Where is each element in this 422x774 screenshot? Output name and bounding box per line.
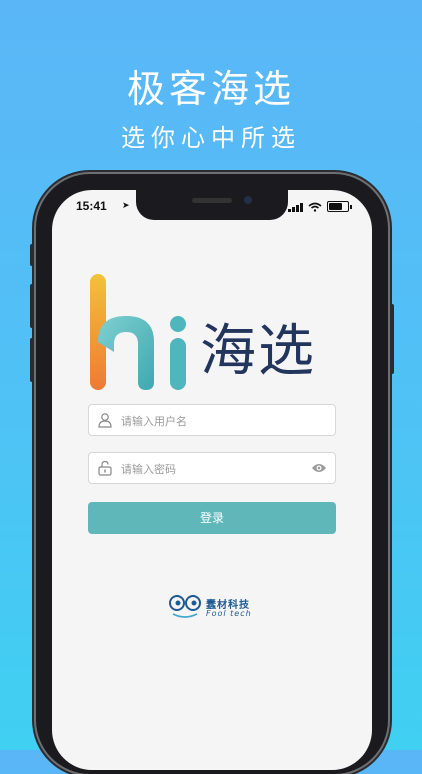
battery-icon [327, 201, 349, 212]
logo-text: 海选 [200, 319, 316, 384]
volume-down-button [30, 338, 34, 382]
lock-icon [98, 460, 112, 476]
app-logo: 海选 [88, 272, 348, 392]
phone-screen: 15:41 ➤ 海选 请输入用户名 登录 蠢材科技 Fool tech [52, 190, 372, 770]
brand-eyes-icon [169, 595, 201, 618]
status-icons [288, 201, 352, 212]
volume-up-button [30, 284, 34, 328]
hero-subtitle: 选你心中所选 [121, 124, 301, 152]
login-button[interactable]: 登录 [88, 502, 336, 534]
speaker [192, 198, 232, 203]
user-icon [98, 413, 112, 428]
company-brand: 蠢材科技 Fool tech [168, 594, 288, 624]
location-arrow-icon: ➤ [122, 201, 130, 211]
mute-switch [30, 244, 34, 266]
wifi-icon [308, 202, 322, 212]
signal-icon [288, 202, 303, 212]
brand-name-en: Fool tech [206, 609, 252, 618]
logo-hi-graphic [90, 274, 186, 390]
battery-tip [350, 204, 352, 209]
username-input[interactable] [119, 405, 313, 437]
password-input[interactable] [119, 453, 313, 485]
power-button [390, 304, 394, 374]
front-camera [244, 196, 252, 204]
username-field[interactable] [88, 404, 336, 437]
phone-frame: 15:41 ➤ 海选 请输入用户名 登录 蠢材科技 Fool tech [30, 174, 394, 774]
password-field[interactable] [88, 452, 336, 485]
notch [136, 190, 288, 220]
hero-title: 极客海选 [126, 67, 295, 111]
eye-icon[interactable] [311, 462, 327, 474]
status-time: 15:41 [76, 199, 107, 213]
